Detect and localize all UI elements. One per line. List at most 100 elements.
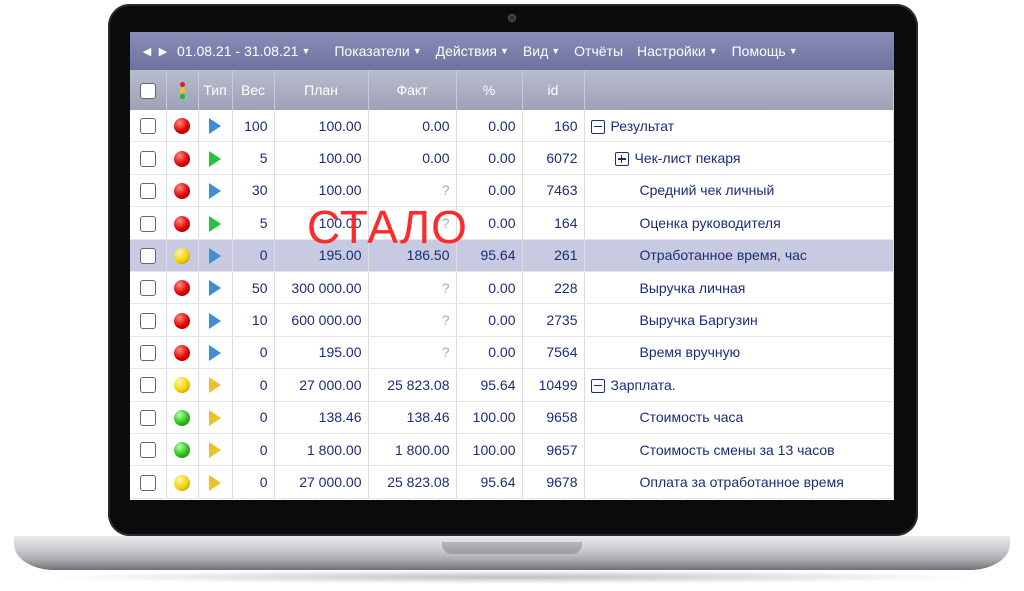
fact-cell: ?: [368, 271, 457, 305]
table-row[interactable]: 50 300 000.00? 0.00 228 Выручка личная: [130, 271, 894, 305]
name-cell[interactable]: Чек-лист пекаря: [584, 141, 894, 175]
row-checkbox[interactable]: [139, 247, 156, 264]
status-red-icon: [174, 183, 190, 200]
row-checkbox[interactable]: [139, 377, 156, 394]
row-checkbox[interactable]: [139, 312, 156, 329]
table-row[interactable]: 5 100.00 0.00 0.00 6072 Чек-лист пекаря: [130, 141, 894, 175]
row-checkbox-cell: [130, 303, 167, 337]
collapse-icon[interactable]: [590, 119, 605, 134]
date-range-dropdown[interactable]: 01.08.21 - 31.08.21 ▼: [170, 43, 317, 59]
type-play-icon: [209, 215, 221, 232]
fact-header[interactable]: Факт: [368, 70, 457, 110]
row-checkbox-cell: [130, 141, 167, 175]
chevron-down-icon: ▼: [708, 46, 718, 56]
indicator-name: Результат: [610, 117, 675, 134]
expand-icon[interactable]: [614, 152, 629, 167]
table-row[interactable]: 0 27 000.00 25 823.08 95.64 10499 Зарплата.: [130, 368, 894, 402]
table-row[interactable]: 0 195.00 186.50 95.64 261 Отработанное время,…: [130, 239, 894, 272]
id-header[interactable]: id: [522, 70, 585, 110]
name-cell[interactable]: Оплата за отработанное время: [584, 465, 894, 499]
row-checkbox[interactable]: [139, 345, 156, 362]
row-checkbox[interactable]: [139, 215, 156, 232]
indicator-name: Выручка Баргузин: [639, 312, 758, 329]
name-header: [584, 70, 894, 110]
status-green-icon: [174, 442, 190, 459]
row-checkbox-cell: [130, 401, 167, 434]
type-cell: [198, 465, 233, 499]
plan-cell: 100.00: [274, 110, 369, 143]
percent-cell: 100.00: [456, 401, 523, 434]
row-checkbox-cell: [130, 336, 167, 370]
table-row[interactable]: 0 138.46 138.46 100.00 9658 Стоимость часа: [130, 401, 894, 434]
name-cell[interactable]: Оценка руководителя: [584, 206, 894, 240]
name-cell[interactable]: Стоимость смены за 13 часов: [584, 433, 894, 467]
menu-label: Настройки: [637, 43, 706, 59]
table-row[interactable]: 30 100.00? 0.00 7463 Средний чек личный: [130, 174, 894, 208]
row-checkbox[interactable]: [139, 409, 156, 426]
type-cell: [198, 271, 233, 305]
percent-header[interactable]: %: [456, 70, 523, 110]
row-checkbox[interactable]: [139, 183, 156, 200]
table-row[interactable]: 0 195.00? 0.00 7564 Время вручную: [130, 336, 894, 370]
type-play-icon: [209, 183, 221, 200]
plan-header[interactable]: План: [274, 70, 369, 110]
menu-indicators[interactable]: Показатели ▼: [327, 43, 428, 59]
plan-cell: 138.46: [274, 401, 369, 434]
indicator-name: Чек-лист пекаря: [634, 149, 741, 166]
weight-header[interactable]: Вес: [232, 70, 275, 110]
row-checkbox-cell: [130, 433, 167, 467]
status-red-icon: [174, 118, 190, 135]
percent-cell: 95.64: [456, 239, 523, 272]
collapse-icon[interactable]: [590, 378, 605, 393]
name-cell[interactable]: Средний чек личный: [584, 174, 894, 208]
type-play-icon: [209, 377, 221, 394]
prev-period-icon[interactable]: ◀: [140, 45, 154, 58]
fact-cell: 1 800.00: [368, 433, 457, 467]
id-cell: 7463: [522, 174, 585, 208]
name-cell[interactable]: Отработанное время, час: [584, 239, 894, 272]
type-header[interactable]: Тип: [198, 70, 233, 110]
table-row[interactable]: 5 100.00? 0.00 164 Оценка руководителя: [130, 206, 894, 240]
weight-cell: 5: [232, 206, 275, 240]
indicator-name: Стоимость смены за 13 часов: [639, 441, 835, 458]
type-play-icon: [209, 442, 221, 459]
table-row[interactable]: 100 100.00 0.00 0.00 160 Результат: [130, 110, 894, 143]
id-cell: 9678: [522, 465, 585, 499]
name-cell[interactable]: Выручка личная: [584, 271, 894, 305]
table-row[interactable]: 01 800.00 1 800.00 100.00 9657 Стоимость сме…: [130, 433, 894, 467]
type-cell: [198, 174, 233, 208]
menu-help[interactable]: Помощь ▼: [725, 43, 805, 59]
row-checkbox[interactable]: [139, 442, 156, 459]
menu-label: Вид: [522, 43, 549, 59]
name-cell[interactable]: Зарплата.: [584, 368, 894, 402]
id-cell: 164: [522, 206, 585, 240]
fact-cell: 25 823.08: [368, 368, 457, 402]
name-cell[interactable]: Время вручную: [584, 336, 894, 370]
percent-cell: 0.00: [456, 141, 523, 175]
type-cell: [198, 206, 233, 240]
row-checkbox[interactable]: [139, 280, 156, 297]
menu-reports[interactable]: Отчёты: [567, 43, 630, 59]
name-cell[interactable]: Стоимость часа: [584, 401, 894, 434]
menu-view[interactable]: Вид ▼: [516, 43, 567, 59]
percent-cell: 0.00: [456, 336, 523, 370]
table-row[interactable]: 10 600 000.00? 0.00 2735 Выручка Баргузин: [130, 303, 894, 337]
row-checkbox[interactable]: [139, 150, 156, 167]
indicator-name: Отработанное время, час: [639, 247, 807, 264]
table-row[interactable]: 0 27 000.00 25 823.08 95.64 9678 Оплата за от…: [130, 465, 894, 499]
row-checkbox[interactable]: [139, 474, 156, 491]
weight-cell: 0: [232, 433, 275, 467]
name-cell[interactable]: Результат: [584, 110, 894, 143]
row-checkbox-cell: [130, 206, 167, 240]
id-cell: 261: [522, 239, 585, 272]
menu-settings[interactable]: Настройки ▼: [630, 43, 725, 59]
fact-cell: 186.50: [368, 239, 457, 272]
select-all-checkbox[interactable]: [139, 82, 156, 99]
percent-cell: 0.00: [456, 110, 523, 143]
plan-cell: 100.00: [274, 206, 369, 240]
name-cell[interactable]: Выручка Баргузин: [584, 303, 894, 337]
next-period-icon[interactable]: ▶: [156, 45, 170, 58]
menu-actions[interactable]: Действия ▼: [429, 43, 516, 59]
row-checkbox[interactable]: [139, 118, 156, 135]
chevron-down-icon: ▼: [412, 46, 422, 56]
